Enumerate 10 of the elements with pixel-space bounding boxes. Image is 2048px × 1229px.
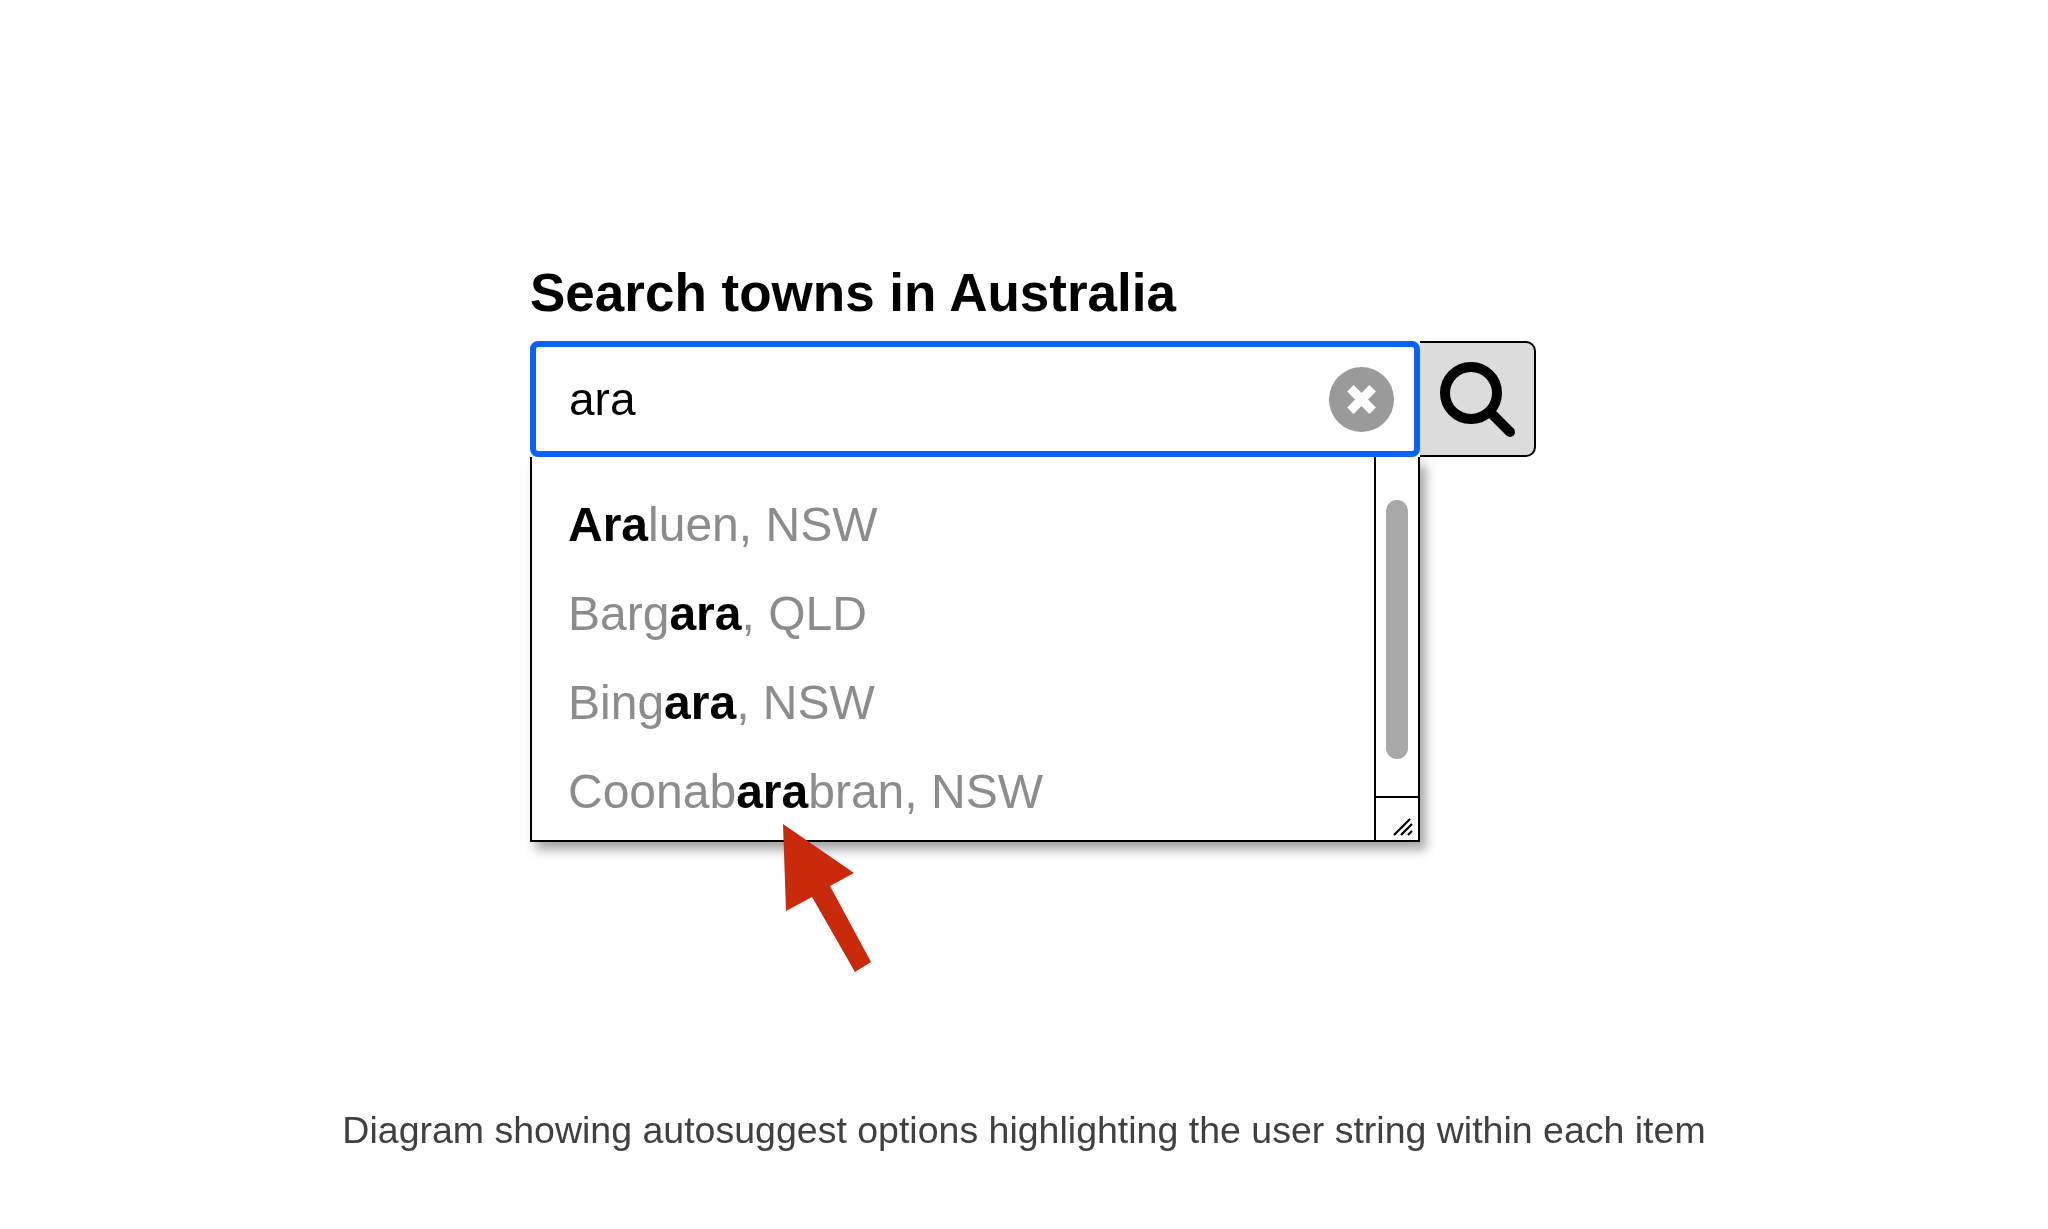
page-heading: Search towns in Australia — [530, 266, 1176, 319]
resize-grip-icon[interactable] — [1393, 818, 1413, 836]
diagram-caption: Diagram showing autosuggest options highlighting the user string within each item — [341, 1108, 1707, 1152]
scrollbar[interactable] — [1374, 457, 1418, 840]
clear-icon — [1329, 367, 1394, 432]
search-icon — [1438, 360, 1516, 438]
scrollbar-thumb[interactable] — [1386, 500, 1408, 759]
search-button[interactable] — [1420, 341, 1536, 457]
clear-button[interactable] — [1329, 367, 1394, 432]
search-field[interactable]: ara — [530, 341, 1420, 457]
